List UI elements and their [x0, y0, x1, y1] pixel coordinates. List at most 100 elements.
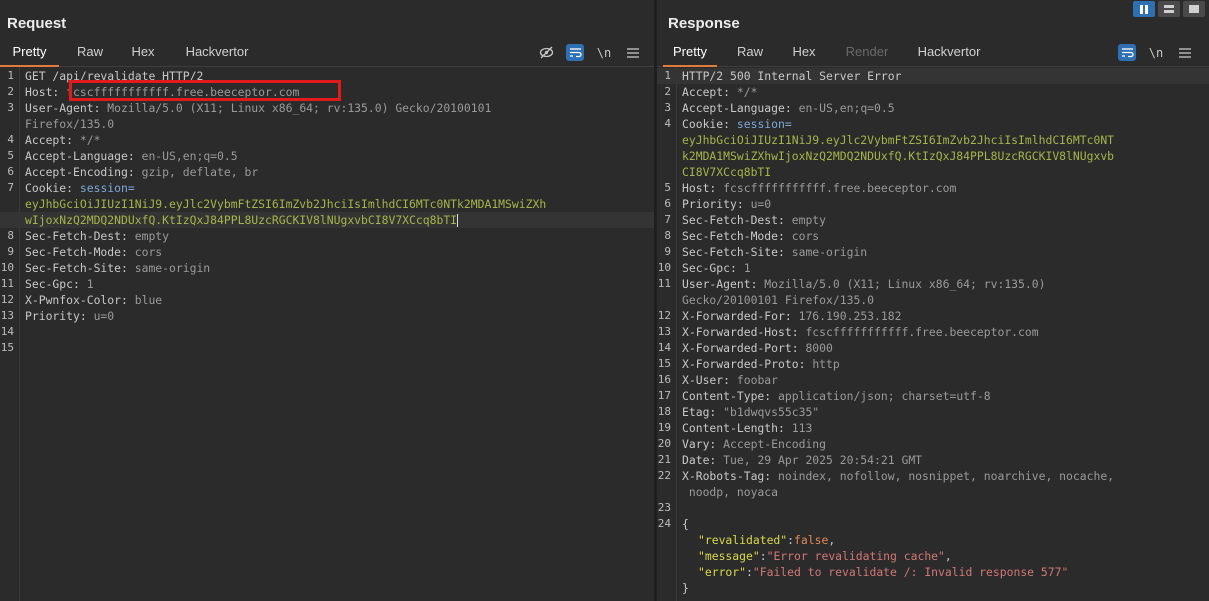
code-line: Gecko/20100101 Firefox/135.0: [657, 292, 1209, 308]
code-text: X-Forwarded-For: 176.190.253.182: [682, 308, 1203, 324]
session-token: eyJhbGciOiJIUzI1NiJ9.eyJlc2VybmFtZSI6ImZ…: [682, 133, 1115, 147]
header-name: Accept-Language:: [25, 149, 142, 163]
code-line: 14 X-Forwarded-Port: 8000: [657, 340, 1209, 356]
header-value: noodp, noyaca: [682, 485, 779, 499]
header-name: Accept:: [25, 133, 80, 147]
code-line: 10 Sec-Gpc: 1: [657, 260, 1209, 276]
header-name: Accept:: [682, 85, 737, 99]
tab-render: Render: [845, 44, 889, 59]
json-key: "revalidated": [698, 533, 788, 547]
header-value: 8000: [805, 341, 833, 355]
code-line: "message":"Error revalidating cache",: [657, 548, 1209, 564]
code-line: 11 Sec-Gpc: 1: [0, 276, 654, 292]
line-number: 14: [657, 341, 671, 354]
header-value: Mozilla/5.0 (X11; Linux x86_64; rv:135.0…: [107, 101, 492, 115]
menu-icon[interactable]: [1176, 44, 1194, 61]
code-text: Accept-Language: en-US,en;q=0.5: [25, 148, 648, 164]
code-text: X-Forwarded-Host: fcscfffffffffff.free.b…: [682, 324, 1203, 340]
code-line: 3 User-Agent: Mozilla/5.0 (X11; Linux x86…: [0, 100, 654, 116]
line-number: 10: [0, 261, 14, 274]
code-text: Host: fcscfffffffffff.free.beeceptor.com: [682, 180, 1203, 196]
header-name: Sec-Fetch-Site:: [25, 261, 135, 275]
session-token: CI8V7XCcq8bTI: [682, 165, 772, 179]
header-value: 176.190.253.182: [798, 309, 902, 323]
code-line: 10 Sec-Fetch-Site: same-origin: [0, 260, 654, 276]
tab-pretty[interactable]: Pretty: [0, 40, 59, 67]
tab-hackvertor[interactable]: Hackvertor: [172, 40, 262, 65]
tab-hex[interactable]: Hex: [781, 40, 827, 65]
layout-stacked-button[interactable]: [1158, 1, 1180, 17]
code-text: HTTP/2 500 Internal Server Error: [682, 68, 1203, 84]
menu-icon[interactable]: [624, 44, 642, 61]
code-line: 7 Cookie: session=: [0, 180, 654, 196]
tab-raw[interactable]: Raw: [723, 40, 777, 65]
header-value: en-US,en;q=0.5: [798, 101, 895, 115]
code-line: 12 X-Pwnfox-Color: blue: [0, 292, 654, 308]
line-number: 9: [7, 245, 14, 258]
line-number: 2: [7, 85, 14, 98]
code-text: X-Forwarded-Proto: http: [682, 356, 1203, 372]
code-text: Etag: "b1dwqvs55c35": [682, 404, 1203, 420]
header-value: Mozilla/5.0 (X11; Linux x86_64; rv:135.0…: [764, 277, 1046, 291]
code-line: 12 X-Forwarded-For: 176.190.253.182: [657, 308, 1209, 324]
header-name: Vary:: [682, 437, 724, 451]
code-text: Accept: */*: [682, 84, 1203, 100]
json-val: false: [794, 533, 829, 547]
hide-nonprintable-icon[interactable]: [537, 44, 555, 61]
header-name: Host:: [25, 85, 67, 99]
wrap-lines-icon[interactable]: [1118, 44, 1136, 61]
line-number: 10: [657, 261, 671, 274]
header-value: en-US,en;q=0.5: [141, 149, 238, 163]
line-number: 12: [657, 309, 671, 322]
json-sep: :: [787, 533, 795, 547]
header-value: fcscfffffffffff.free.beeceptor.com: [723, 181, 957, 195]
code-text: X-Forwarded-Port: 8000: [682, 340, 1203, 356]
line-number: 17: [657, 389, 671, 402]
tab-pretty[interactable]: Pretty: [663, 40, 717, 67]
code-text: X-User: foobar: [682, 372, 1203, 388]
code-text: }: [682, 580, 1203, 596]
code-line: 7 Sec-Fetch-Dest: empty: [657, 212, 1209, 228]
json-sep: :: [746, 565, 753, 579]
line-number: 23: [657, 501, 671, 514]
line-number: 22: [657, 469, 671, 482]
code-line: 3 Accept-Language: en-US,en;q=0.5: [657, 100, 1209, 116]
wrap-lines-icon[interactable]: [566, 44, 584, 61]
header-value: noindex, nofollow, nosnippet, noarchive,…: [778, 469, 1115, 483]
line-number: 19: [657, 421, 671, 434]
code-text: {: [682, 516, 1203, 532]
line-number: 2: [664, 85, 671, 98]
newline-toggle-icon[interactable]: \n: [1147, 44, 1165, 61]
code-text: Content-Type: application/json; charset=…: [682, 388, 1203, 404]
code-text: Sec-Gpc: 1: [682, 260, 1203, 276]
header-name: Sec-Gpc:: [25, 277, 87, 291]
request-editor[interactable]: 1 GET /api/revalidate HTTP/2 2 Host: fcscff…: [0, 67, 654, 601]
tab-hex[interactable]: Hex: [120, 40, 166, 65]
layout-tabs-button[interactable]: [1183, 1, 1205, 17]
json-tail: ,: [944, 549, 952, 563]
layout-side-by-side-button[interactable]: [1133, 1, 1155, 17]
header-name: }: [682, 581, 689, 595]
header-value: Firefox/135.0: [25, 117, 115, 131]
code-text: Vary: Accept-Encoding: [682, 436, 1203, 452]
response-editor[interactable]: 1 HTTP/2 500 Internal Server Error 2 Accept…: [657, 67, 1209, 601]
session-token: eyJhbGciOiJIUzI1NiJ9.eyJlc2VybmFtZSI6ImZ…: [25, 197, 547, 211]
line-number: 1: [7, 69, 14, 82]
header-value: foobar: [736, 373, 779, 387]
header-name: {: [682, 517, 689, 531]
code-text: Firefox/135.0: [25, 116, 648, 132]
line-number: 5: [664, 181, 671, 194]
header-name: Sec-Fetch-Site:: [682, 245, 792, 259]
tab-raw[interactable]: Raw: [64, 40, 116, 65]
header-name: Date:: [682, 453, 724, 467]
newline-toggle-icon[interactable]: \n: [595, 44, 613, 61]
code-line: 8 Sec-Fetch-Dest: empty: [0, 228, 654, 244]
tab-hackvertor[interactable]: Hackvertor: [907, 40, 991, 65]
line-number: 8: [7, 229, 14, 242]
code-line: 6 Accept-Encoding: gzip, deflate, br: [0, 164, 654, 180]
json-sep: :: [759, 549, 767, 563]
code-text: eyJhbGciOiJIUzI1NiJ9.eyJlc2VybmFtZSI6ImZ…: [682, 132, 1203, 148]
code-text: Sec-Gpc: 1: [25, 276, 648, 292]
code-line: 13 Priority: u=0: [0, 308, 654, 324]
code-text: Priority: u=0: [682, 196, 1203, 212]
